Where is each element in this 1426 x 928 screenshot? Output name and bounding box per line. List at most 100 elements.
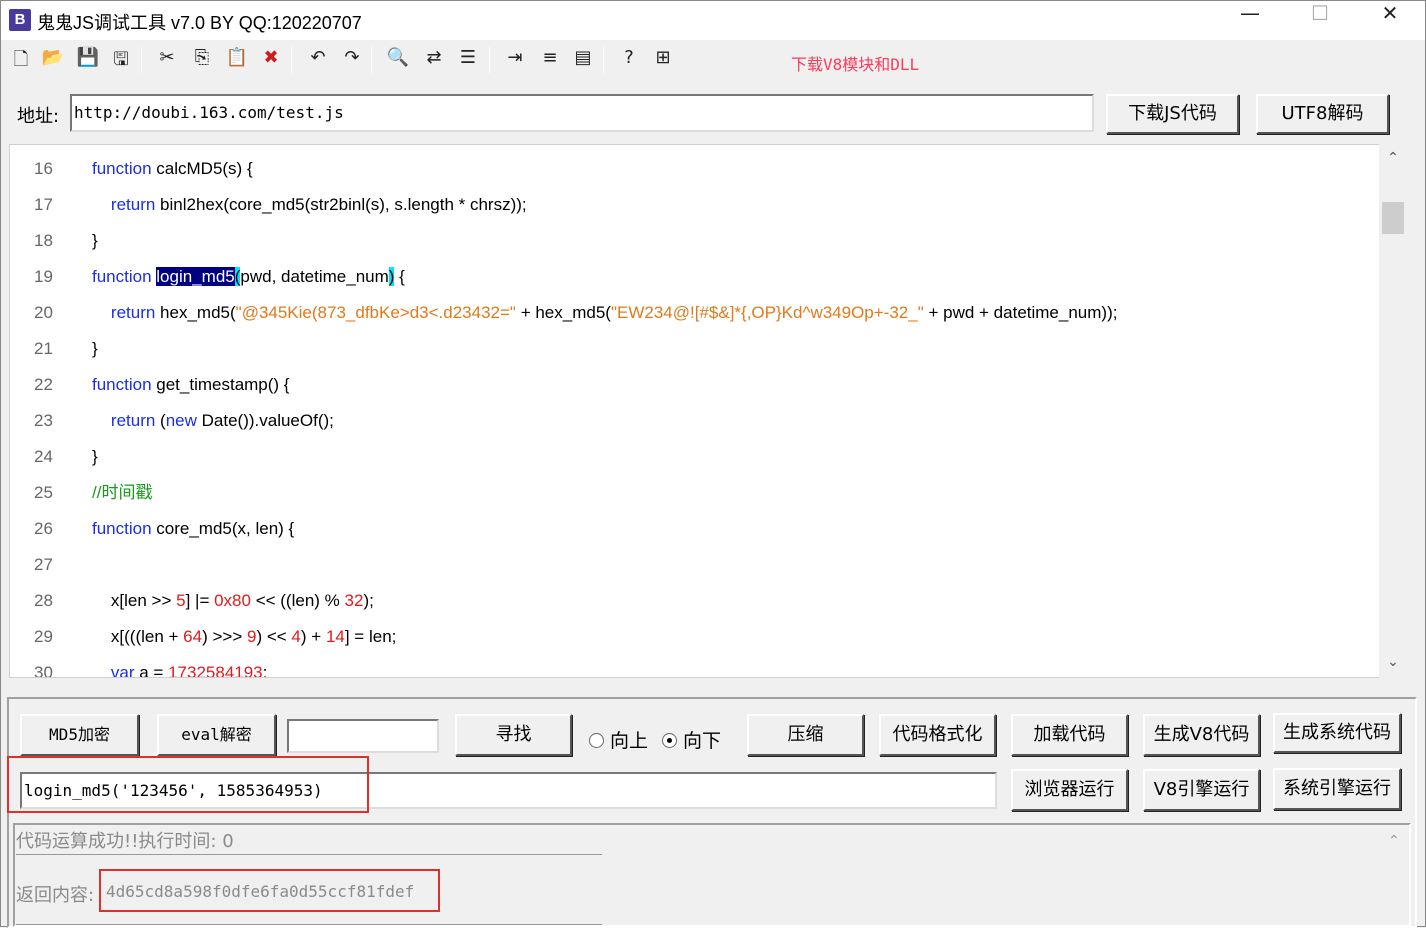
generate-v8-code-button[interactable]: 生成V8代码 xyxy=(1143,714,1260,756)
code-text[interactable]: return hex_md5("@345Kie(873_dfbKe>d3<.d2… xyxy=(92,295,1118,331)
new-file-icon[interactable]: 🗋 xyxy=(7,47,35,73)
code-token: 4 xyxy=(291,627,301,646)
code-token: ] |= xyxy=(185,591,215,610)
code-line[interactable]: 18} xyxy=(10,223,1380,259)
radio-search-up[interactable]: 向上 xyxy=(589,726,648,753)
code-token: ); xyxy=(363,591,374,610)
editor-scrollbar[interactable]: ⌃ ⌄ xyxy=(1379,144,1407,678)
find-icon[interactable]: 🔍 xyxy=(384,47,412,73)
scroll-up-icon[interactable]: ⌃ xyxy=(1379,146,1407,170)
code-text[interactable]: return (new Date()).valueOf(); xyxy=(92,403,334,439)
code-text[interactable]: } xyxy=(92,223,98,259)
paste-icon[interactable]: 📋 xyxy=(223,47,251,73)
open-folder-icon[interactable]: 📂 xyxy=(39,47,67,73)
numbered-list-icon[interactable]: ≡ xyxy=(536,47,564,73)
browser-run-button[interactable]: 浏览器运行 xyxy=(1011,769,1128,811)
code-token: core_md5(x, len) { xyxy=(151,519,295,538)
v8-run-button[interactable]: V8引擎运行 xyxy=(1143,769,1260,811)
code-line[interactable]: 25 //时间戳 xyxy=(10,475,1380,511)
code-text[interactable]: function get_timestamp() { xyxy=(92,367,290,403)
download-js-button[interactable]: 下载JS代码 xyxy=(1106,94,1239,134)
code-line[interactable]: 23 return (new Date()).valueOf(); xyxy=(10,403,1380,439)
result-scrollbar[interactable]: ⌃ xyxy=(1381,825,1407,927)
code-text[interactable]: function core_md5(x, len) { xyxy=(92,511,294,547)
radio-down-icon[interactable] xyxy=(662,733,677,748)
code-text[interactable]: //时间戳 xyxy=(92,475,152,511)
code-token: ) << xyxy=(256,627,292,646)
code-token: ; xyxy=(262,663,268,678)
code-text[interactable]: var a = 1732584193; xyxy=(92,655,268,678)
code-line[interactable]: 24} xyxy=(10,439,1380,475)
md5-encrypt-button[interactable]: MD5加密 xyxy=(20,714,139,756)
scroll-down-icon[interactable]: ⌄ xyxy=(1379,650,1407,674)
code-token: "EW234@![#$&]*{,OP}Kd^w349Op+-32_" xyxy=(610,303,924,322)
scroll-thumb[interactable] xyxy=(1382,202,1404,234)
save-icon[interactable]: 💾 xyxy=(74,47,102,73)
code-line[interactable]: 22 function get_timestamp() { xyxy=(10,367,1380,403)
code-token: pwd, datetime_num xyxy=(240,267,389,286)
minimize-button[interactable]: — xyxy=(1215,1,1285,40)
code-line[interactable]: 17 return binl2hex(core_md5(str2binl(s),… xyxy=(10,187,1380,223)
help-cursor-icon[interactable]: ? xyxy=(615,47,643,73)
bookmark-list-icon[interactable]: ☰ xyxy=(454,47,482,73)
replace-icon[interactable]: ⇄ xyxy=(420,47,448,73)
code-editor[interactable]: 16 function calcMD5(s) {17 return binl2he… xyxy=(9,144,1407,678)
search-input[interactable] xyxy=(287,719,439,753)
code-line[interactable]: 20 return hex_md5("@345Kie(873_dfbKe>d3<… xyxy=(10,295,1380,331)
save-all-icon[interactable]: 🖫 xyxy=(107,47,135,73)
close-button[interactable]: ✕ xyxy=(1355,1,1425,40)
code-line[interactable]: 26 function core_md5(x, len) { xyxy=(10,511,1380,547)
code-token: return xyxy=(110,195,156,214)
radio-up-icon[interactable] xyxy=(589,733,604,748)
generate-system-code-button[interactable]: 生成系统代码 xyxy=(1273,713,1401,753)
copy-icon[interactable]: ⎘ xyxy=(188,47,216,73)
code-line[interactable]: 21} xyxy=(10,331,1380,367)
code-token: 5 xyxy=(176,591,186,610)
code-text[interactable]: function calcMD5(s) { xyxy=(92,151,253,187)
compress-button[interactable]: 压缩 xyxy=(747,714,864,756)
redo-icon[interactable]: ↷ xyxy=(338,47,366,73)
address-label: 地址: xyxy=(17,106,60,127)
eval-decrypt-button[interactable]: eval解密 xyxy=(157,714,276,756)
code-text[interactable]: return binl2hex(core_md5(str2binl(s), s.… xyxy=(92,187,527,223)
result-scroll-up-icon[interactable]: ⌃ xyxy=(1381,833,1407,849)
properties-icon[interactable]: ⊞ xyxy=(649,47,677,73)
code-token: 0x80 xyxy=(214,591,251,610)
line-number: 19 xyxy=(34,267,53,286)
code-line[interactable]: 19 function login_md5(pwd, datetime_num) … xyxy=(10,259,1380,295)
toolbar-separator xyxy=(371,47,372,73)
load-code-button[interactable]: 加载代码 xyxy=(1011,714,1128,756)
delete-icon[interactable]: ✖ xyxy=(257,47,285,73)
code-text[interactable]: function login_md5(pwd, datetime_num) { xyxy=(92,259,405,295)
code-line[interactable]: 28 x[len >> 5] |= 0x80 << ((len) % 32); xyxy=(10,583,1380,619)
toolbar-separator xyxy=(291,47,292,73)
undo-icon[interactable]: ↶ xyxy=(304,47,332,73)
utf8-decode-button[interactable]: UTF8解码 xyxy=(1256,94,1389,134)
code-line[interactable]: 29 x[(((len + 64) >>> 9) << 4) + 14] = l… xyxy=(10,619,1380,655)
code-text[interactable]: } xyxy=(92,331,98,367)
indent-icon[interactable]: ⇥ xyxy=(501,47,529,73)
code-token: ) + xyxy=(300,627,326,646)
code-text[interactable]: } xyxy=(92,439,98,475)
radio-search-down[interactable]: 向下 xyxy=(662,726,721,753)
address-input[interactable]: http://doubi.163.com/test.js xyxy=(70,94,1094,132)
window-icon[interactable]: ▤ xyxy=(569,47,597,73)
code-token: 32 xyxy=(344,591,364,610)
code-token: Date()).valueOf(); xyxy=(196,411,334,430)
line-number: 25 xyxy=(34,483,53,502)
code-line[interactable]: 16 function calcMD5(s) { xyxy=(10,151,1380,187)
code-text[interactable]: x[len >> 5] |= 0x80 << ((len) % 32); xyxy=(92,583,374,619)
download-v8-link[interactable]: 下载V8模块和DLL xyxy=(791,51,919,75)
maximize-button[interactable]: ☐ xyxy=(1285,1,1355,40)
line-number: 20 xyxy=(34,303,53,322)
cut-icon[interactable]: ✂ xyxy=(153,47,181,73)
code-text[interactable]: x[(((len + 64) >>> 9) << 4) + 14] = len; xyxy=(92,619,396,655)
code-token: function xyxy=(92,159,152,178)
system-run-button[interactable]: 系统引擎运行 xyxy=(1273,768,1401,810)
find-button[interactable]: 寻找 xyxy=(455,714,572,756)
code-line[interactable]: 30 var a = 1732584193; xyxy=(10,655,1380,678)
line-number: 18 xyxy=(34,231,53,250)
format-code-button[interactable]: 代码格式化 xyxy=(879,714,996,756)
code-token: + pwd + datetime_num)); xyxy=(923,303,1118,322)
code-line[interactable]: 27 xyxy=(10,547,1380,583)
